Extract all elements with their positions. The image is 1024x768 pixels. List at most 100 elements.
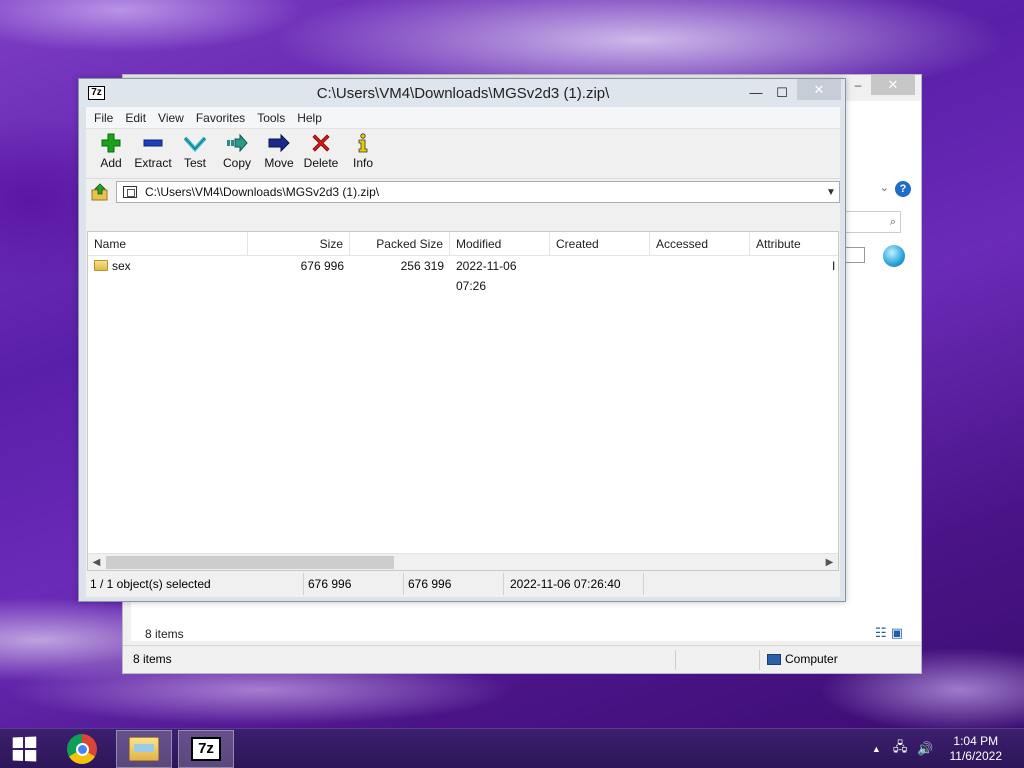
scroll-right-icon[interactable]: ▶ [821, 554, 838, 570]
column-header-name[interactable]: Name [88, 232, 248, 256]
status-packed-size: 676 996 [404, 573, 504, 595]
test-button[interactable]: Test [174, 129, 216, 177]
delete-icon [310, 133, 332, 153]
clock[interactable]: 1:04 PM 11/6/2022 [950, 734, 1003, 764]
add-label: Add [100, 156, 122, 170]
explorer-close-button[interactable]: ✕ [871, 75, 915, 95]
7zip-window[interactable]: 7z C:\Users\VM4\Downloads\MGSv2d3 (1).zi… [78, 78, 846, 602]
test-icon [184, 133, 206, 153]
up-folder-button[interactable] [90, 182, 110, 202]
row-accessed [650, 256, 750, 276]
row-modified: 2022-11-06 07:26 [456, 259, 517, 293]
explorer-search-input[interactable]: ⌕ [845, 211, 901, 233]
volume-icon[interactable]: 🔊 [917, 741, 933, 757]
explorer-status-item-count: 8 items [133, 652, 172, 666]
minimize-button[interactable]: — [743, 83, 769, 103]
menu-edit[interactable]: Edit [119, 111, 152, 125]
delete-label: Delete [303, 156, 339, 170]
folder-icon [94, 260, 108, 271]
add-icon [100, 133, 122, 153]
explorer-item-count: 8 items [145, 627, 184, 641]
column-header-accessed[interactable]: Accessed [650, 232, 750, 256]
globe-icon[interactable] [883, 245, 905, 267]
explorer-view-button[interactable] [845, 247, 865, 263]
add-button[interactable]: Add [90, 129, 132, 177]
test-label: Test [183, 156, 206, 170]
copy-icon [226, 133, 248, 153]
tiles-view-icon[interactable]: ▣ [891, 625, 907, 640]
taskbar-file-explorer-button[interactable] [116, 730, 172, 768]
computer-icon [767, 653, 781, 665]
horizontal-scrollbar[interactable]: ◀ ▶ [88, 553, 838, 570]
toolbar: Add Extract Test Copy Move Delete Info [86, 129, 840, 179]
move-icon [268, 133, 290, 153]
info-icon [352, 133, 374, 153]
status-modified: 2022-11-06 07:26:40 [504, 573, 644, 595]
column-header-created[interactable]: Created [550, 232, 650, 256]
column-header-modified[interactable]: Modified [450, 232, 550, 256]
status-size: 676 996 [304, 573, 404, 595]
chevron-down-icon[interactable]: ⌄ [880, 181, 889, 194]
details-view-icon[interactable]: ☷ [875, 625, 891, 640]
copy-button[interactable]: Copy [216, 129, 258, 177]
copy-label: Copy [222, 156, 251, 170]
column-header-attributes[interactable]: Attribute [750, 232, 838, 256]
taskbar-chrome-button[interactable] [54, 730, 110, 768]
list-header: Name Size Packed Size Modified Created A… [88, 232, 838, 256]
up-folder-icon [91, 183, 108, 201]
menu-help[interactable]: Help [291, 111, 328, 125]
system-tray: ▲ 🖧 🔊 1:04 PM 11/6/2022 [872, 729, 1024, 768]
explorer-view-icons[interactable]: ☷▣ [875, 625, 907, 641]
scroll-left-icon[interactable]: ◀ [88, 554, 105, 570]
search-icon: ⌕ [889, 216, 896, 228]
address-text: C:\Users\VM4\Downloads\MGSv2d3 (1).zip\ [145, 185, 380, 199]
column-header-packed-size[interactable]: Packed Size [350, 232, 450, 256]
status-selected: 1 / 1 object(s) selected [86, 573, 304, 595]
delete-button[interactable]: Delete [300, 129, 342, 177]
move-button[interactable]: Move [258, 129, 300, 177]
row-attributes: I [832, 259, 836, 273]
file-list[interactable]: Name Size Packed Size Modified Created A… [87, 231, 839, 571]
7zip-body: File Edit View Favorites Tools Help Add … [86, 107, 840, 597]
table-row[interactable]: sex 676 996 256 319 2022-11-06 07:26 I [88, 256, 838, 293]
address-bar: C:\Users\VM4\Downloads\MGSv2d3 (1).zip\ … [86, 179, 840, 205]
column-header-size[interactable]: Size [248, 232, 350, 256]
address-input[interactable]: C:\Users\VM4\Downloads\MGSv2d3 (1).zip\ … [116, 181, 840, 203]
explorer-location: Computer [767, 652, 838, 666]
status-divider [675, 650, 676, 670]
chrome-icon [67, 734, 97, 764]
extract-button[interactable]: Extract [132, 129, 174, 177]
menu-bar: File Edit View Favorites Tools Help [86, 107, 840, 129]
extract-icon [142, 133, 164, 153]
menu-file[interactable]: File [88, 111, 119, 125]
row-size: 676 996 [300, 259, 344, 273]
close-button[interactable]: ✕ [797, 79, 841, 100]
taskbar: 7z ▲ 🖧 🔊 1:04 PM 11/6/2022 [0, 728, 1024, 768]
maximize-button[interactable]: ☐ [769, 83, 795, 103]
start-button[interactable] [0, 729, 48, 768]
scrollbar-thumb[interactable] [106, 556, 394, 569]
explorer-minimize-button[interactable]: – [845, 75, 871, 95]
menu-view[interactable]: View [152, 111, 190, 125]
explorer-right-panel [845, 101, 921, 601]
windows-logo-icon [12, 736, 37, 762]
taskbar-7zip-button[interactable]: 7z [178, 730, 234, 768]
chevron-down-icon[interactable]: ▼ [823, 187, 839, 198]
help-icon[interactable]: ? [895, 181, 911, 197]
extract-label: Extract [134, 156, 172, 170]
clock-date: 11/6/2022 [949, 749, 1003, 763]
info-button[interactable]: Info [342, 129, 384, 177]
show-hidden-icons-icon[interactable]: ▲ [872, 744, 881, 754]
window-title: C:\Users\VM4\Downloads\MGSv2d3 (1).zip\ [316, 85, 610, 102]
row-created [550, 256, 650, 276]
menu-favorites[interactable]: Favorites [190, 111, 251, 125]
menu-tools[interactable]: Tools [251, 111, 291, 125]
network-icon[interactable]: 🖧 [893, 738, 908, 760]
info-label: Info [352, 156, 373, 170]
row-name-cell[interactable]: sex [88, 256, 248, 276]
archive-icon [123, 186, 137, 198]
title-bar[interactable]: 7z C:\Users\VM4\Downloads\MGSv2d3 (1).zi… [79, 79, 845, 107]
move-label: Move [264, 156, 294, 170]
status-bar: 1 / 1 object(s) selected 676 996 676 996… [86, 573, 840, 595]
row-name: sex [112, 259, 131, 273]
